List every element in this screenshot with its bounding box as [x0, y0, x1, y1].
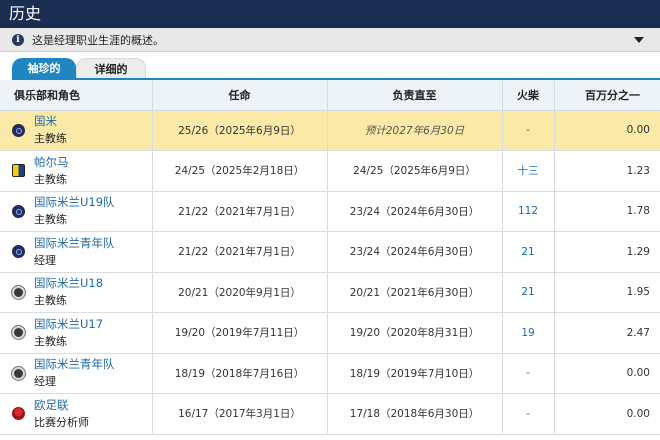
club-logo-icon[interactable] — [12, 366, 25, 380]
matches-link[interactable]: 十三 — [502, 150, 555, 192]
until-cell: 19/20（2020年8月31日） — [327, 312, 503, 354]
table-row: 帕尔马 主教练 24/25（2025年2月18日） 24/25（2025年6月9… — [0, 150, 660, 192]
club-cell: 国际米兰U19队 主教练 — [0, 191, 153, 232]
info-icon: i — [12, 33, 24, 46]
column-header-matches[interactable]: 火柴 — [502, 80, 555, 111]
table-row: 国际米兰青年队 经理 21/22（2021年7月1日） 23/24（2024年6… — [0, 231, 660, 273]
appointed-cell: 18/19（2018年7月16日） — [152, 353, 328, 394]
ppm-cell: 0.00 — [554, 393, 660, 435]
until-cell: 23/24（2024年6月30日） — [327, 191, 503, 232]
career-table: 俱乐部和角色 任命 负责直至 火柴 百万分之一 国米 主教练 25/26（202… — [0, 80, 660, 435]
role-label: 主教练 — [34, 172, 67, 186]
role-label: 主教练 — [34, 213, 67, 227]
club-name-link[interactable]: 国际米兰青年队 — [34, 235, 115, 252]
ppm-cell: 1.95 — [554, 272, 660, 313]
club-cell: 国米 主教练 — [0, 110, 153, 151]
club-logo-icon[interactable] — [12, 204, 25, 218]
until-cell: 20/21（2021年6月30日） — [327, 272, 503, 313]
matches-link[interactable]: 21 — [502, 231, 555, 273]
column-header-in-charge-until[interactable]: 负责直至 — [327, 80, 503, 111]
table-row: 欧足联 比赛分析师 16/17（2017年3月1日） 17/18（2018年6月… — [0, 393, 660, 435]
club-cell: 国际米兰U18 主教练 — [0, 272, 153, 313]
ppm-cell: 0.00 — [554, 110, 660, 151]
table-row: 国际米兰青年队 经理 18/19（2018年7月16日） 18/19（2019年… — [0, 353, 660, 394]
tab-detailed[interactable]: 详细的 — [76, 58, 146, 80]
ppm-cell: 1.78 — [554, 191, 660, 232]
tab-compact[interactable]: 袖珍的 — [12, 58, 76, 80]
appointed-cell: 21/22（2021年7月1日） — [152, 191, 328, 232]
club-logo-icon[interactable] — [12, 164, 25, 178]
role-label: 经理 — [34, 375, 56, 389]
ppm-cell: 1.29 — [554, 231, 660, 273]
ppm-cell: 2.47 — [554, 312, 660, 354]
appointed-cell: 20/21（2020年9月1日） — [152, 272, 328, 313]
until-cell: 预计2027年6月30日 — [327, 110, 503, 151]
club-cell: 欧足联 比赛分析师 — [0, 393, 153, 435]
column-header-club-role[interactable]: 俱乐部和角色 — [0, 80, 153, 111]
club-logo-icon[interactable] — [12, 326, 25, 340]
tab-underline — [12, 78, 660, 80]
table-row: 国米 主教练 25/26（2025年6月9日） 预计2027年6月30日 - 0… — [0, 110, 660, 151]
until-cell: 24/25（2025年6月9日） — [327, 150, 503, 192]
ppm-cell: 1.23 — [554, 150, 660, 192]
role-label: 主教练 — [34, 334, 67, 348]
matches-cell: - — [502, 110, 555, 151]
until-cell: 23/24（2024年6月30日） — [327, 231, 503, 273]
until-cell: 18/19（2019年7月10日） — [327, 353, 503, 394]
club-logo-icon[interactable] — [12, 123, 25, 137]
appointed-cell: 19/20（2019年7月11日） — [152, 312, 328, 354]
until-cell: 17/18（2018年6月30日） — [327, 393, 503, 435]
club-name-link[interactable]: 帕尔马 — [34, 154, 69, 171]
club-cell: 国际米兰青年队 经理 — [0, 353, 153, 394]
club-cell: 帕尔马 主教练 — [0, 150, 153, 192]
role-label: 比赛分析师 — [34, 415, 89, 429]
matches-link[interactable]: 21 — [502, 272, 555, 313]
club-logo-icon[interactable] — [12, 245, 25, 259]
view-tabs: 袖珍的 详细的 — [0, 52, 660, 80]
club-logo-icon[interactable] — [12, 407, 25, 421]
table-row: 国际米兰U18 主教练 20/21（2020年9月1日） 20/21（2021年… — [0, 272, 660, 313]
role-label: 经理 — [34, 253, 56, 267]
section-title: 历史 — [9, 4, 42, 23]
club-name-link[interactable]: 国际米兰U19队 — [34, 194, 115, 211]
appointed-cell: 21/22（2021年7月1日） — [152, 231, 328, 273]
club-name-link[interactable]: 国米 — [34, 113, 67, 130]
appointed-cell: 25/26（2025年6月9日） — [152, 110, 328, 151]
ppm-cell: 0.00 — [554, 353, 660, 394]
table-row: 国际米兰U17 主教练 19/20（2019年7月11日） 19/20（2020… — [0, 312, 660, 354]
matches-cell: - — [502, 353, 555, 394]
club-name-link[interactable]: 国际米兰青年队 — [34, 356, 115, 373]
section-title-bar: 历史 — [0, 0, 660, 28]
club-logo-icon[interactable] — [12, 285, 25, 299]
info-bar[interactable]: i 这是经理职业生涯的概述。 — [0, 28, 660, 52]
appointed-cell: 16/17（2017年3月1日） — [152, 393, 328, 435]
matches-link[interactable]: 112 — [502, 191, 555, 232]
club-cell: 国际米兰U17 主教练 — [0, 312, 153, 354]
role-label: 主教练 — [34, 294, 67, 308]
club-name-link[interactable]: 国际米兰U17 — [34, 316, 103, 333]
chevron-down-icon[interactable] — [634, 37, 644, 43]
column-header-appointed[interactable]: 任命 — [152, 80, 328, 111]
role-label: 主教练 — [34, 132, 67, 146]
info-text: 这是经理职业生涯的概述。 — [32, 33, 164, 47]
matches-cell: - — [502, 393, 555, 435]
table-row: 国际米兰U19队 主教练 21/22（2021年7月1日） 23/24（2024… — [0, 191, 660, 232]
club-name-link[interactable]: 国际米兰U18 — [34, 275, 103, 292]
column-header-ppm[interactable]: 百万分之一 — [554, 80, 660, 111]
table-header-row: 俱乐部和角色 任命 负责直至 火柴 百万分之一 — [0, 80, 660, 111]
appointed-cell: 24/25（2025年2月18日） — [152, 150, 328, 192]
matches-link[interactable]: 19 — [502, 312, 555, 354]
club-name-link[interactable]: 欧足联 — [34, 397, 89, 414]
club-cell: 国际米兰青年队 经理 — [0, 231, 153, 273]
